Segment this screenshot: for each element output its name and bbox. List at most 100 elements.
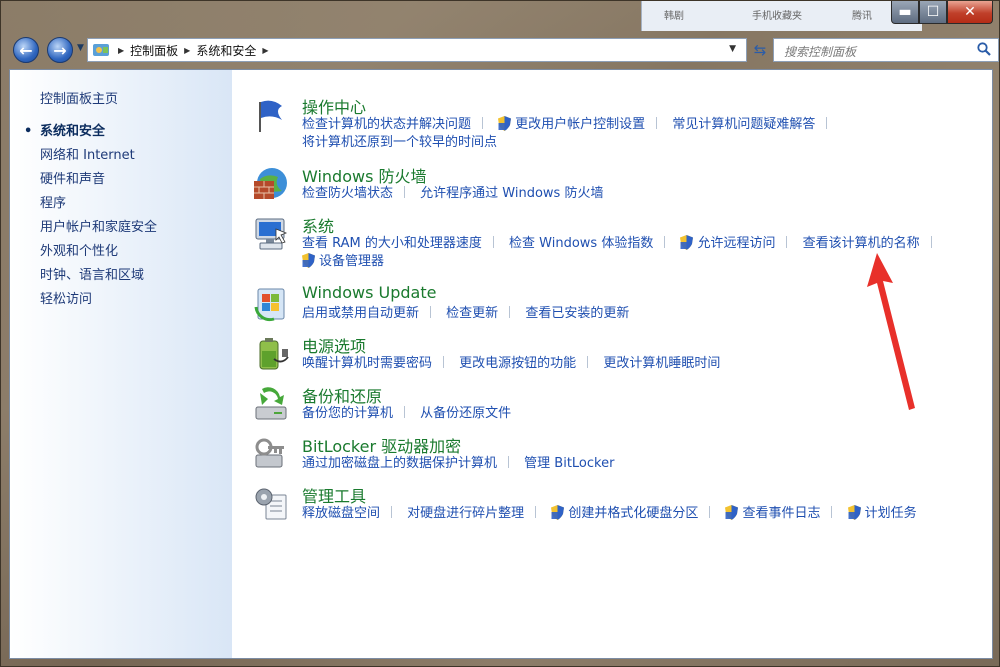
category-title[interactable]: 操作中心 <box>302 94 366 118</box>
breadcrumb-control-panel[interactable]: 控制面板 <box>130 42 178 59</box>
link-troubleshoot[interactable]: 常见计算机问题疑难解答 <box>672 117 815 132</box>
uac-shield-icon <box>302 253 315 268</box>
category-title[interactable]: 管理工具 <box>302 483 366 507</box>
navigation-bar: ← → ▼ ▶ 控制面板 ▶ 系统和安全 ▶ ▼ ⇆ 搜索控制面板 <box>9 35 999 65</box>
link-task-scheduler[interactable]: 计划任务 <box>865 506 917 521</box>
link-allow-program[interactable]: 允许程序通过 Windows 防火墙 <box>420 186 603 201</box>
maximize-icon: ☐ <box>926 4 940 20</box>
sidebar-item-ease-of-access[interactable]: 轻松访问 <box>40 290 157 314</box>
breadcrumb-separator-icon[interactable]: ▶ <box>118 46 124 55</box>
category-links: 通过加密磁盘上的数据保护计算机 管理 BitLocker <box>302 455 962 473</box>
link-separator <box>587 356 589 368</box>
category-title[interactable]: 系统 <box>302 213 334 237</box>
back-button[interactable]: ← <box>13 37 39 63</box>
sidebar-item-appearance[interactable]: 外观和个性化 <box>40 242 157 266</box>
uac-shield-icon <box>847 505 861 520</box>
link-device-manager[interactable]: 设备管理器 <box>319 254 384 269</box>
category-links: 检查计算机的状态并解决问题 更改用户帐户控制设置 常见计算机问题疑难解答 将计算… <box>302 116 962 152</box>
search-placeholder: 搜索控制面板 <box>784 45 857 59</box>
category-links: 释放磁盘空间 对硬盘进行碎片整理 创建并格式化硬盘分区 查看事件日志 计划任务 <box>302 505 962 523</box>
sidebar-item-clock-region[interactable]: 时钟、语言和区域 <box>40 266 157 290</box>
category-title[interactable]: 备份和还原 <box>302 383 382 407</box>
category-title[interactable]: 电源选项 <box>302 333 366 357</box>
link-separator <box>786 236 788 248</box>
forward-button[interactable]: → <box>47 37 73 63</box>
link-defragment[interactable]: 对硬盘进行碎片整理 <box>407 506 524 521</box>
address-bar[interactable]: ▶ 控制面板 ▶ 系统和安全 ▶ ▼ <box>87 38 747 62</box>
link-computer-name[interactable]: 查看该计算机的名称 <box>803 236 920 251</box>
link-separator <box>831 506 833 518</box>
bg-tab: 韩剧 <box>664 11 684 22</box>
admin-tools-icon <box>255 488 287 520</box>
link-sleep-time[interactable]: 更改计算机睡眠时间 <box>603 356 720 371</box>
link-free-disk-space[interactable]: 释放磁盘空间 <box>302 506 380 521</box>
link-encrypt-disk[interactable]: 通过加密磁盘上的数据保护计算机 <box>302 456 497 471</box>
minimize-button[interactable]: ▬ <box>891 1 919 24</box>
backup-icon <box>255 387 287 420</box>
link-separator <box>664 236 666 248</box>
search-box[interactable]: 搜索控制面板 <box>773 38 999 62</box>
watermark-url: jingyan.baidu.com <box>766 627 905 645</box>
category-title[interactable]: Windows 防火墙 <box>302 163 427 187</box>
link-wake-password[interactable]: 唤醒计算机时需要密码 <box>302 356 432 371</box>
link-separator <box>535 506 537 518</box>
link-check-updates[interactable]: 检查更新 <box>446 306 498 321</box>
link-ram-processor[interactable]: 查看 RAM 的大小和处理器速度 <box>302 236 482 251</box>
computer-icon <box>255 218 288 250</box>
address-dropdown-icon[interactable]: ▼ <box>729 44 736 54</box>
link-firewall-status[interactable]: 检查防火墙状态 <box>302 186 393 201</box>
sidebar-item-user-accounts[interactable]: 用户帐户和家庭安全 <box>40 218 157 242</box>
category-title[interactable]: BitLocker 驱动器加密 <box>302 433 461 457</box>
link-separator <box>826 117 828 129</box>
control-panel-icon <box>93 44 109 56</box>
link-auto-update[interactable]: 启用或禁用自动更新 <box>302 306 419 321</box>
window-controls: ▬ ☐ ✕ <box>891 1 993 24</box>
background-browser-tabs: 韩剧 手机收藏夹 腾讯 <box>641 1 922 31</box>
link-separator <box>509 306 511 318</box>
minimize-icon: ▬ <box>898 4 912 20</box>
category-title[interactable]: Windows Update <box>302 283 436 302</box>
battery-icon <box>259 338 289 370</box>
refresh-button[interactable]: ⇆ <box>751 39 769 61</box>
refresh-icon: ⇆ <box>753 41 767 59</box>
sidebar-list: 系统和安全 网络和 Internet 硬件和声音 程序 用户帐户和家庭安全 外观… <box>24 122 157 314</box>
maximize-button[interactable]: ☐ <box>919 1 947 24</box>
search-icon[interactable] <box>976 41 992 57</box>
recent-pages-dropdown[interactable]: ▼ <box>77 43 84 53</box>
link-experience-index[interactable]: 检查 Windows 体验指数 <box>509 236 653 251</box>
flag-icon <box>259 100 282 132</box>
bg-tab: 腾讯 <box>852 11 872 22</box>
sidebar-item-network[interactable]: 网络和 Internet <box>40 146 157 170</box>
watermark-cn: 经验 <box>927 583 983 616</box>
link-partition[interactable]: 创建并格式化硬盘分区 <box>568 506 698 521</box>
link-check-status[interactable]: 检查计算机的状态并解决问题 <box>302 117 471 132</box>
sidebar-item-programs[interactable]: 程序 <box>40 194 157 218</box>
link-separator <box>492 236 494 248</box>
link-system-restore[interactable]: 将计算机还原到一个较早的时间点 <box>302 135 497 150</box>
sidebar: 控制面板主页 系统和安全 网络和 Internet 硬件和声音 程序 用户帐户和… <box>10 70 232 658</box>
breadcrumb-system-security[interactable]: 系统和安全 <box>196 42 256 59</box>
link-uac-settings[interactable]: 更改用户帐户控制设置 <box>515 117 645 132</box>
sidebar-home-link[interactable]: 控制面板主页 <box>40 88 118 107</box>
sidebar-item-system-security[interactable]: 系统和安全 <box>24 122 157 146</box>
close-button[interactable]: ✕ <box>947 1 993 24</box>
link-power-button[interactable]: 更改电源按钮的功能 <box>459 356 576 371</box>
breadcrumb-separator-icon[interactable]: ▶ <box>262 46 268 55</box>
arrow-left-icon: ← <box>19 40 33 60</box>
link-backup-computer[interactable]: 备份您的计算机 <box>302 406 393 421</box>
link-separator <box>482 117 484 129</box>
bg-tab: 手机收藏夹 <box>752 11 802 22</box>
breadcrumb-separator-icon[interactable]: ▶ <box>184 46 190 55</box>
link-event-log[interactable]: 查看事件日志 <box>742 506 820 521</box>
link-restore-files[interactable]: 从备份还原文件 <box>420 406 511 421</box>
link-remote-access[interactable]: 允许远程访问 <box>697 236 775 251</box>
windows-update-icon <box>254 288 285 322</box>
control-panel-window: 韩剧 手机收藏夹 腾讯 ▬ ☐ ✕ ← → ▼ ▶ 控制面板 ▶ 系统和安全 ▶… <box>0 0 1000 667</box>
sidebar-item-hardware-sound[interactable]: 硬件和声音 <box>40 170 157 194</box>
baidu-watermark: Bai du 经验 jingyan.baidu.com <box>764 574 983 645</box>
key-drive-icon <box>255 438 284 468</box>
link-manage-bitlocker[interactable]: 管理 BitLocker <box>524 456 614 471</box>
link-separator <box>508 456 510 468</box>
watermark-brand: Bai <box>765 575 836 621</box>
link-installed-updates[interactable]: 查看已安装的更新 <box>525 306 629 321</box>
